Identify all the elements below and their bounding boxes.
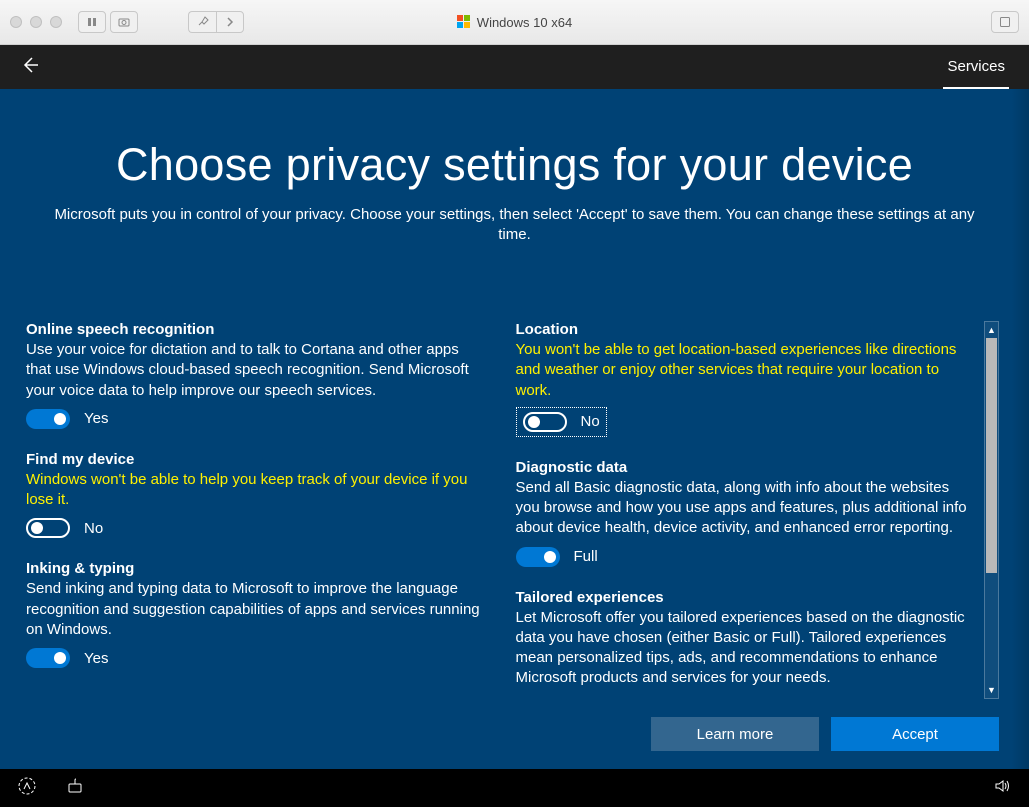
- window-title-container: Windows 10 x64: [0, 15, 1029, 30]
- page-subtitle: Microsoft puts you in control of your pr…: [45, 205, 985, 246]
- setting-title: Find my device: [26, 451, 488, 468]
- setting-title: Location: [516, 321, 978, 338]
- fullscreen-button[interactable]: [991, 11, 1019, 33]
- setting-title: Tailored experiences: [516, 589, 978, 606]
- setting-title: Online speech recognition: [26, 321, 488, 338]
- tools-button[interactable]: [188, 11, 216, 33]
- settings-scroll: ▲ ▼ Online speech recognition Use your v…: [26, 321, 999, 699]
- camera-icon: [118, 16, 130, 28]
- setting-location: Location You won't be able to get locati…: [516, 321, 978, 437]
- oobe-topbar: Services: [0, 45, 1029, 89]
- button-row: Learn more Accept: [651, 717, 999, 751]
- chevron-right-icon: [225, 17, 235, 27]
- traffic-max-icon[interactable]: [50, 16, 62, 28]
- pause-icon: [86, 16, 98, 28]
- fullscreen-icon: [999, 16, 1011, 28]
- setting-tailored-experiences: Tailored experiences Let Microsoft offer…: [516, 589, 978, 689]
- setting-title: Inking & typing: [26, 560, 488, 577]
- focused-toggle-outline: No: [516, 407, 607, 437]
- ease-of-access-icon: [18, 777, 36, 795]
- setting-desc: Send all Basic diagnostic data, along wi…: [516, 478, 978, 539]
- toggle-label: Yes: [84, 410, 108, 427]
- arrow-left-icon: [20, 55, 40, 75]
- keyboard-layout-button[interactable]: [66, 777, 84, 800]
- mac-titlebar: Windows 10 x64: [0, 0, 1029, 45]
- setting-desc: You won't be able to get location-based …: [516, 340, 978, 401]
- traffic-min-icon[interactable]: [30, 16, 42, 28]
- toggle-label: No: [581, 413, 600, 430]
- forward-button[interactable]: [216, 11, 244, 33]
- setting-title: Diagnostic data: [516, 459, 978, 476]
- scrollbar[interactable]: ▲ ▼: [984, 321, 999, 699]
- ease-of-access-button[interactable]: [18, 777, 36, 800]
- wrench-icon: [197, 16, 209, 28]
- setting-desc: Let Microsoft offer you tailored experie…: [516, 608, 978, 689]
- window-title: Windows 10 x64: [477, 15, 572, 30]
- scroll-down-icon[interactable]: ▼: [985, 682, 998, 698]
- setting-inking-typing: Inking & typing Send inking and typing d…: [26, 560, 488, 668]
- tab-services[interactable]: Services: [943, 45, 1009, 89]
- volume-icon: [993, 777, 1011, 795]
- scroll-up-icon[interactable]: ▲: [985, 322, 998, 338]
- setting-diagnostic-data: Diagnostic data Send all Basic diagnosti…: [516, 459, 978, 567]
- settings-col-left: Online speech recognition Use your voice…: [26, 321, 488, 699]
- toggle-label: Full: [574, 548, 598, 565]
- setting-online-speech: Online speech recognition Use your voice…: [26, 321, 488, 429]
- accept-button[interactable]: Accept: [831, 717, 999, 751]
- setting-desc: Send inking and typing data to Microsoft…: [26, 579, 488, 640]
- settings-col-right: Location You won't be able to get locati…: [516, 321, 978, 699]
- page-title: Choose privacy settings for your device: [0, 139, 1029, 191]
- traffic-close-icon[interactable]: [10, 16, 22, 28]
- right-edge-reveal: [1011, 89, 1029, 769]
- setting-find-my-device: Find my device Windows won't be able to …: [26, 451, 488, 539]
- setting-desc: Use your voice for dictation and to talk…: [26, 340, 488, 401]
- traffic-lights: [10, 16, 62, 28]
- scrollbar-thumb[interactable]: [986, 338, 997, 573]
- learn-more-button[interactable]: Learn more: [651, 717, 819, 751]
- toggle-label: No: [84, 520, 103, 537]
- back-button[interactable]: [20, 55, 40, 80]
- setting-desc: Windows won't be able to help you keep t…: [26, 470, 488, 511]
- toggle-location[interactable]: [523, 412, 567, 432]
- toggle-diagnostic-data[interactable]: [516, 547, 560, 567]
- windows-flag-icon: [457, 15, 471, 29]
- toggle-inking-typing[interactable]: [26, 648, 70, 668]
- taskbar: [0, 769, 1029, 807]
- volume-button[interactable]: [993, 777, 1011, 800]
- toggle-online-speech[interactable]: [26, 409, 70, 429]
- titlebar-tools-right: [991, 11, 1019, 33]
- toggle-find-my-device[interactable]: [26, 518, 70, 538]
- oobe-content: Choose privacy settings for your device …: [0, 89, 1029, 769]
- titlebar-tools-left: [78, 11, 138, 33]
- snapshot-button[interactable]: [110, 11, 138, 33]
- titlebar-tools-nav: [188, 11, 244, 33]
- keyboard-icon: [66, 777, 84, 795]
- view-button[interactable]: [78, 11, 106, 33]
- toggle-label: Yes: [84, 650, 108, 667]
